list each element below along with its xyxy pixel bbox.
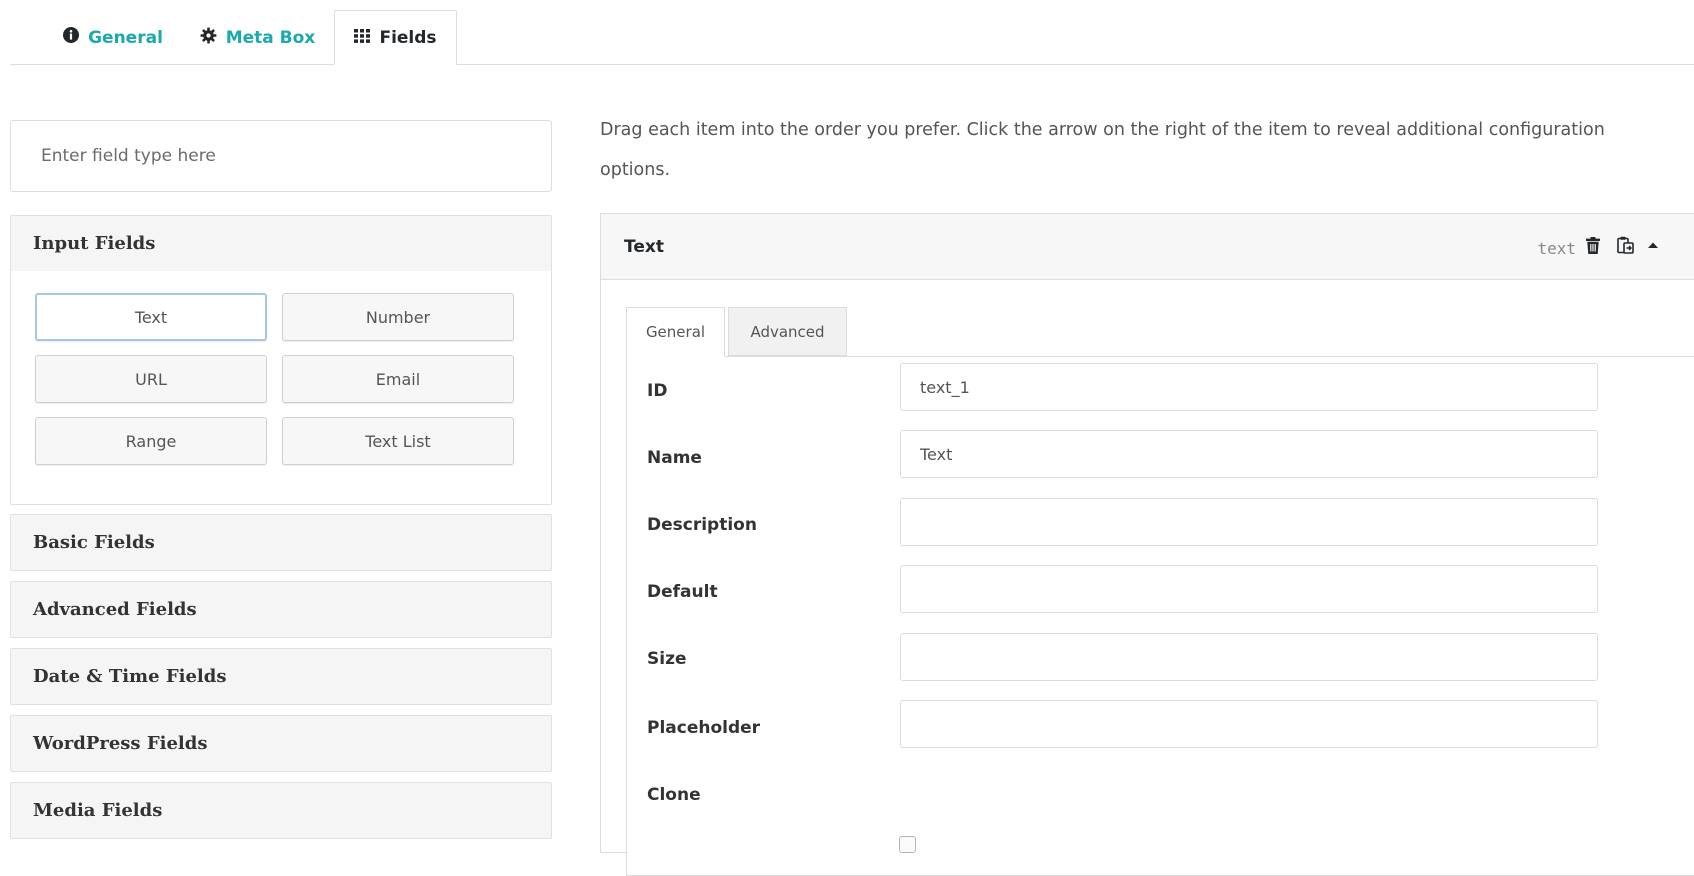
group-header-input-fields[interactable]: Input Fields bbox=[11, 216, 551, 271]
field-button-text-list[interactable]: Text List bbox=[282, 417, 514, 465]
default-label: Default bbox=[647, 582, 718, 602]
group-title: Input Fields bbox=[33, 233, 156, 254]
field-type-search-input[interactable] bbox=[10, 120, 552, 192]
tab-meta-box[interactable]: Meta Box bbox=[185, 10, 330, 65]
clone-checkbox[interactable] bbox=[899, 836, 916, 853]
tab-meta-box-label: Meta Box bbox=[225, 27, 316, 48]
description-input[interactable] bbox=[900, 498, 1598, 546]
field-button-number[interactable]: Number bbox=[282, 293, 514, 341]
field-button-range[interactable]: Range bbox=[35, 417, 267, 465]
top-tab-bar: General Meta Box Fields bbox=[0, 0, 1694, 65]
instructions-text: Drag each item into the order you prefer… bbox=[600, 120, 1605, 180]
placeholder-input[interactable] bbox=[900, 700, 1598, 748]
tab-general-label: General bbox=[88, 27, 163, 48]
tab-fields-label: Fields bbox=[379, 27, 437, 48]
inner-tab-general[interactable]: General bbox=[626, 307, 725, 357]
group-basic-fields[interactable]: Basic Fields bbox=[10, 514, 552, 571]
gear-icon bbox=[200, 27, 217, 49]
clone-icon[interactable] bbox=[1614, 233, 1636, 257]
id-label: ID bbox=[647, 381, 668, 401]
group-header-wordpress-fields[interactable]: WordPress Fields bbox=[11, 716, 551, 771]
group-header-basic-fields[interactable]: Basic Fields bbox=[11, 515, 551, 570]
clone-label: Clone bbox=[647, 785, 701, 805]
group-date-time-fields[interactable]: Date & Time Fields bbox=[10, 648, 552, 705]
group-header-date-time-fields[interactable]: Date & Time Fields bbox=[11, 649, 551, 704]
group-wordpress-fields[interactable]: WordPress Fields bbox=[10, 715, 552, 772]
tab-general[interactable]: General bbox=[48, 10, 178, 65]
name-input[interactable] bbox=[900, 430, 1598, 478]
default-input[interactable] bbox=[900, 565, 1598, 613]
field-item-title: Text bbox=[624, 237, 664, 257]
group-title: Date & Time Fields bbox=[33, 666, 227, 687]
name-label: Name bbox=[647, 448, 702, 468]
group-input-fields: Input Fields Text Number URL Email Range… bbox=[10, 215, 552, 505]
field-item-card: Text text General Advanced ID Name Descr… bbox=[600, 213, 1694, 876]
group-title: WordPress Fields bbox=[33, 733, 208, 754]
group-title: Advanced Fields bbox=[33, 599, 197, 620]
description-label: Description bbox=[647, 515, 757, 535]
field-button-url[interactable]: URL bbox=[35, 355, 267, 403]
group-media-fields[interactable]: Media Fields bbox=[10, 782, 552, 839]
group-advanced-fields[interactable]: Advanced Fields bbox=[10, 581, 552, 638]
group-header-advanced-fields[interactable]: Advanced Fields bbox=[11, 582, 551, 637]
size-input[interactable] bbox=[900, 633, 1598, 681]
collapse-arrow-icon[interactable] bbox=[1642, 233, 1664, 257]
field-button-email[interactable]: Email bbox=[282, 355, 514, 403]
size-label: Size bbox=[647, 649, 687, 669]
field-settings-panel: ID Name Description Default Size Placeho… bbox=[626, 356, 1694, 876]
field-item-type: text bbox=[1537, 239, 1576, 258]
group-title: Basic Fields bbox=[33, 532, 155, 553]
tab-fields[interactable]: Fields bbox=[334, 10, 457, 65]
grid-icon bbox=[354, 28, 371, 48]
field-item-header[interactable]: Text text bbox=[601, 214, 1694, 280]
info-circle-icon bbox=[63, 27, 80, 48]
inner-tab-advanced[interactable]: Advanced bbox=[728, 307, 847, 356]
group-title: Media Fields bbox=[33, 800, 163, 821]
trash-icon[interactable] bbox=[1582, 233, 1604, 257]
group-header-media-fields[interactable]: Media Fields bbox=[11, 783, 551, 838]
group-body-input-fields: Text Number URL Email Range Text List bbox=[11, 271, 551, 504]
field-button-text[interactable]: Text bbox=[35, 293, 267, 341]
placeholder-label: Placeholder bbox=[647, 718, 761, 738]
id-input[interactable] bbox=[900, 363, 1598, 411]
